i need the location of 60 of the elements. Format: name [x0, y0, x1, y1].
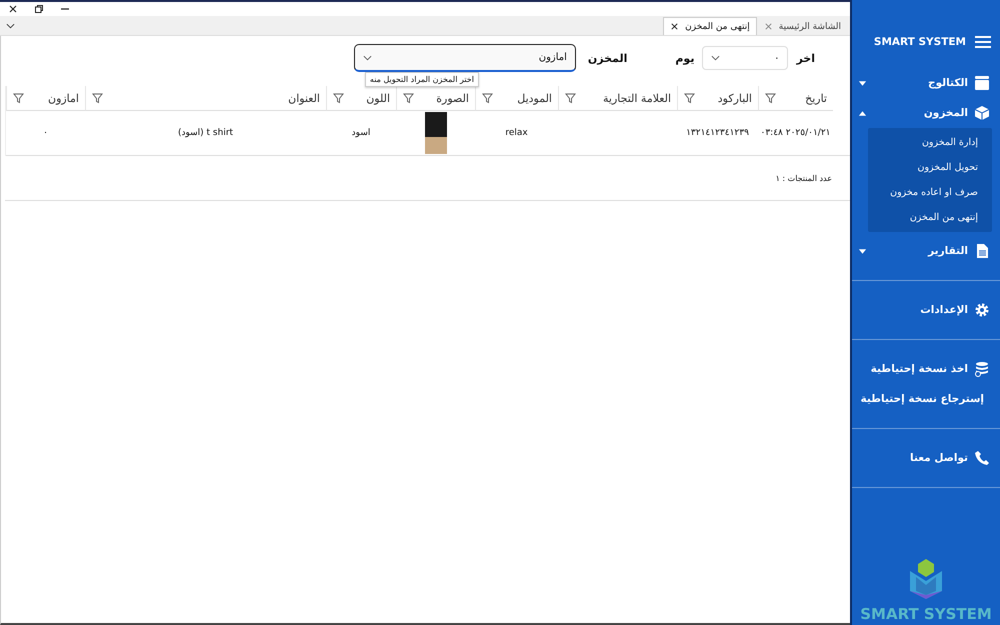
tray-icon	[974, 75, 990, 91]
column-header[interactable]: اللون	[326, 86, 396, 111]
sidebar-item[interactable]: المخزون	[852, 98, 1000, 128]
column-header[interactable]: الباركود	[677, 86, 758, 111]
table-cell: t shirt (اسود)	[85, 111, 326, 156]
table-cell: اسود	[326, 111, 396, 156]
table-cell: relax	[475, 111, 558, 156]
submenu-item[interactable]: تحويل المخزون	[868, 155, 992, 180]
column-header[interactable]: الصورة	[396, 86, 475, 111]
submenu-item[interactable]: إنتهى من المخزن	[868, 205, 992, 230]
brand-name: SMART SYSTEM	[860, 605, 992, 623]
filter-icon[interactable]	[765, 92, 776, 104]
filter-icon[interactable]	[565, 92, 576, 104]
document-icon	[974, 243, 990, 259]
tooltip: اختر المخزن المراد التحويل منه	[364, 72, 479, 87]
app-title: SMART SYSTEM	[874, 36, 966, 48]
close-icon	[8, 4, 18, 14]
sidebar-item[interactable]: إسترجاع نسخة إحتياطية	[852, 384, 1000, 414]
submenu-item[interactable]: صرف او اعاده مخزون	[868, 180, 992, 205]
filter-icon[interactable]	[482, 92, 493, 104]
phone-icon	[974, 450, 990, 466]
product-photo-placeholder	[424, 112, 446, 154]
close-icon	[670, 22, 680, 31]
sidebar-item[interactable]: تواصل معنا	[852, 443, 1000, 473]
sidebar-item[interactable]: الإعدادات	[852, 295, 1000, 325]
tab[interactable]: إنتهى من المخزن	[663, 17, 757, 35]
chevron-down-icon	[362, 54, 372, 62]
store-label: المخزن	[588, 52, 628, 64]
filter-icon[interactable]	[92, 92, 103, 104]
column-header[interactable]: الموديل	[475, 86, 558, 111]
column-header[interactable]: تاريخ	[758, 86, 833, 111]
menu-icon[interactable]	[974, 35, 992, 49]
gear-icon	[974, 302, 990, 318]
filter-icon[interactable]	[333, 92, 344, 104]
chevron-down-icon[interactable]	[6, 22, 15, 30]
restore-button[interactable]	[34, 4, 44, 14]
submenu-item[interactable]: إدارة المخزون	[868, 130, 992, 155]
restore-icon	[34, 4, 44, 14]
last-label: اخر	[796, 52, 815, 64]
tab[interactable]: الشاشة الرئيسية	[756, 17, 848, 35]
filter-icon[interactable]	[13, 92, 24, 104]
table-cell: ٢٠٢٥/٠١/٢١ ٠٣:٤٨	[758, 111, 833, 156]
table-cell: ١٣٢١٤١٢٣٤١٢٣٩	[677, 111, 758, 156]
product-count: عدد المنتجات : ١	[5, 156, 850, 201]
chevron-down-icon	[711, 54, 720, 62]
column-header[interactable]: العنوان	[85, 86, 326, 111]
table-cell: ٠	[6, 111, 85, 156]
close-icon	[764, 22, 773, 31]
sidebar-item[interactable]: اخذ نسخة إحتياطية	[852, 354, 1000, 384]
close-button[interactable]	[8, 4, 18, 14]
sidebar-item[interactable]: الكتالوج	[852, 68, 1000, 98]
days-dropdown[interactable]: ٠	[702, 46, 788, 70]
column-header[interactable]: امازون	[6, 86, 85, 111]
column-header[interactable]: العلامة التجارية	[558, 86, 677, 111]
sidebar-item[interactable]: التقارير	[852, 236, 1000, 266]
database-icon	[974, 361, 990, 377]
days-unit-label: يوم	[675, 52, 694, 64]
box-icon	[974, 105, 990, 121]
filter-icon[interactable]	[403, 92, 414, 104]
filter-icon[interactable]	[684, 92, 695, 104]
